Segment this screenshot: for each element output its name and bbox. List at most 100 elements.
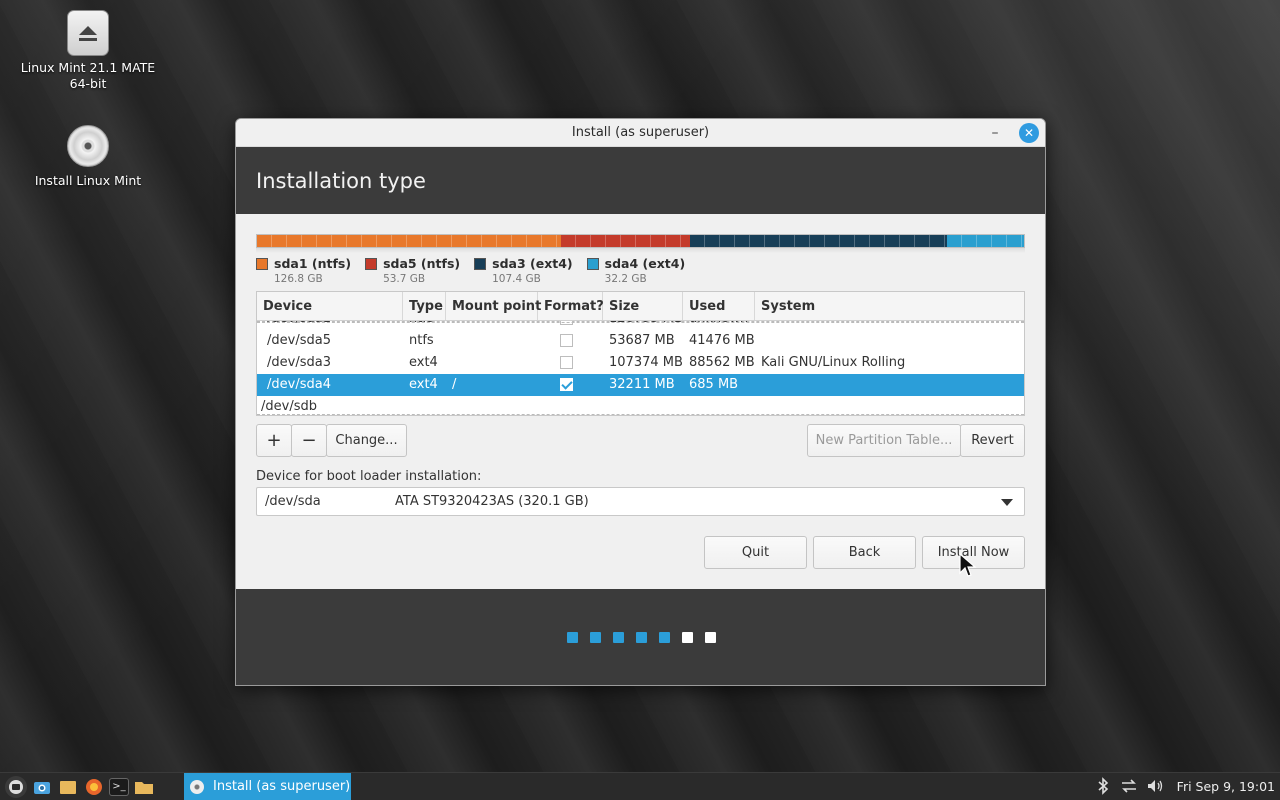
cell-device: /dev/sda5 xyxy=(267,333,331,348)
column-header-system[interactable]: System xyxy=(755,292,1023,320)
desktop-icon-live-media[interactable]: Linux Mint 21.1 MATE 64-bit xyxy=(18,10,158,92)
step-dot xyxy=(636,632,647,643)
minus-icon: − xyxy=(301,430,317,451)
taskbar-window-label: Install (as superuser) xyxy=(213,779,351,794)
network-icon[interactable] xyxy=(1119,777,1139,797)
legend-size: 126.8 GB xyxy=(274,273,323,285)
cell-used: 685 MB xyxy=(689,377,739,392)
table-row[interactable]: /dev/sda5 ntfs 53687 MB 41476 MB xyxy=(257,330,1024,352)
close-button[interactable]: ✕ xyxy=(1019,123,1039,143)
quit-button[interactable]: Quit xyxy=(704,536,807,569)
legend-swatch xyxy=(256,258,268,270)
table-row[interactable]: /dev/sdb xyxy=(257,396,1024,415)
legend-size: 32.2 GB xyxy=(604,273,647,285)
desktop-icon-install[interactable]: Install Linux Mint xyxy=(18,125,158,189)
taskbar-window-button[interactable]: Install (as superuser) xyxy=(184,773,351,800)
legend-swatch xyxy=(365,258,378,270)
table-body[interactable]: /dev/sda1 ntfs 126795 MB unknown /dev/sd… xyxy=(257,321,1024,415)
cell-size: 107374 MB xyxy=(609,355,683,370)
cell-format xyxy=(538,374,603,396)
step-dot xyxy=(613,632,624,643)
terminal-icon[interactable]: >_ xyxy=(109,777,129,796)
screenshot-icon[interactable] xyxy=(31,776,53,798)
cell-size: 32211 MB xyxy=(609,377,675,392)
bootloader-device-select[interactable]: /dev/sda ATA ST9320423AS (320.1 GB) xyxy=(256,487,1025,516)
table-row-selected[interactable]: /dev/sda4 ext4 / 32211 MB 685 MB xyxy=(257,374,1024,396)
partition-bar xyxy=(256,234,1025,248)
column-header-size[interactable]: Size xyxy=(603,292,683,320)
format-checkbox[interactable] xyxy=(560,334,573,347)
step-dot xyxy=(705,632,716,643)
legend-name: sda4 (ext4) xyxy=(604,256,686,271)
cell-device: /dev/sdb xyxy=(261,399,317,414)
bootloader-device-description: ATA ST9320423AS (320.1 GB) xyxy=(395,494,589,509)
folder-icon[interactable] xyxy=(133,776,155,798)
cell-used: 41476 MB xyxy=(689,333,755,348)
legend-name: sda3 (ext4) xyxy=(492,256,573,271)
bootloader-device: /dev/sda xyxy=(265,494,321,509)
cell-type: ntfs xyxy=(409,333,434,348)
legend-item-sda1: sda1 (ntfs) 126.8 GB xyxy=(256,256,351,286)
cd-icon xyxy=(67,125,109,167)
scroll-edge-line xyxy=(257,322,1024,323)
back-button[interactable]: Back xyxy=(813,536,916,569)
revert-button[interactable]: Revert xyxy=(960,424,1025,457)
step-dot xyxy=(659,632,670,643)
column-header-used[interactable]: Used xyxy=(683,292,755,320)
desktop-icon-label: Linux Mint 21.1 MATE xyxy=(20,60,156,75)
cell-mount: / xyxy=(452,377,457,392)
cell-device: /dev/sda4 xyxy=(267,377,331,392)
cell-system: Kali GNU/Linux Rolling xyxy=(761,355,906,370)
minimize-button[interactable]: – xyxy=(985,123,1005,143)
remove-partition-button[interactable]: − xyxy=(291,424,327,457)
table-header: Device Type Mount point Format? Size Use… xyxy=(257,292,1024,321)
legend-swatch xyxy=(474,258,487,270)
legend-size: 53.7 GB xyxy=(383,273,426,285)
column-header-type[interactable]: Type xyxy=(403,292,446,320)
progress-panel xyxy=(236,589,1045,685)
cell-type: ext4 xyxy=(409,377,438,392)
partition-bar-reflection xyxy=(256,248,1025,253)
plus-icon: + xyxy=(266,430,282,451)
partition-bar-segment xyxy=(560,235,690,247)
clock[interactable]: Fri Sep 9, 19:01 xyxy=(1177,779,1275,794)
partition-table: Device Type Mount point Format? Size Use… xyxy=(256,291,1025,416)
legend-name: sda1 (ntfs) xyxy=(274,256,352,271)
window-title: Install (as superuser) xyxy=(571,125,710,140)
legend-item-sda3: sda3 (ext4) 107.4 GB xyxy=(474,256,573,286)
cell-type: ext4 xyxy=(409,355,438,370)
table-row[interactable]: /dev/sda3 ext4 107374 MB 88562 MB Kali G… xyxy=(257,352,1024,374)
mint-menu-icon[interactable] xyxy=(5,775,27,798)
taskbar: >_ Install (as superuser) Fri Sep 9, 19:… xyxy=(0,772,1280,800)
title-bar: Install (as superuser) – ✕ xyxy=(236,119,1045,147)
scroll-edge-bottom xyxy=(257,414,1024,415)
format-checkbox-checked[interactable] xyxy=(560,378,573,391)
column-header-format[interactable]: Format? xyxy=(538,292,604,320)
files-icon[interactable] xyxy=(57,776,79,798)
add-partition-button[interactable]: + xyxy=(256,424,292,457)
page-header: Installation type xyxy=(236,147,1045,214)
new-partition-table-button[interactable]: New Partition Table... xyxy=(807,424,961,457)
legend-size: 107.4 GB xyxy=(492,273,541,285)
column-header-device[interactable]: Device xyxy=(257,292,403,320)
installer-window: Install (as superuser) – ✕ Installation … xyxy=(235,118,1046,686)
eject-icon xyxy=(67,10,109,56)
bluetooth-icon[interactable] xyxy=(1093,776,1113,797)
partition-legend: sda1 (ntfs) 126.8 GB sda5 (ntfs) 53.7 GB… xyxy=(256,256,699,286)
firefox-icon[interactable] xyxy=(83,776,105,798)
legend-item-sda5: sda5 (ntfs) 53.7 GB xyxy=(365,256,460,286)
system-tray: Fri Sep 9, 19:01 xyxy=(1093,773,1280,800)
mouse-cursor-icon xyxy=(959,553,977,577)
step-indicator xyxy=(567,632,728,643)
change-partition-button[interactable]: Change... xyxy=(326,424,407,457)
cell-format xyxy=(538,330,603,352)
column-header-mount[interactable]: Mount point xyxy=(446,292,541,320)
desktop-icon-label-line2: 64-bit xyxy=(69,76,107,91)
cell-mount xyxy=(446,352,538,374)
cell-device: /dev/sda3 xyxy=(267,355,331,370)
volume-icon[interactable] xyxy=(1145,777,1165,797)
partition-bar-segment xyxy=(689,235,948,247)
step-dot xyxy=(567,632,578,643)
format-checkbox[interactable] xyxy=(560,356,573,369)
bootloader-label: Device for boot loader installation: xyxy=(256,469,482,484)
